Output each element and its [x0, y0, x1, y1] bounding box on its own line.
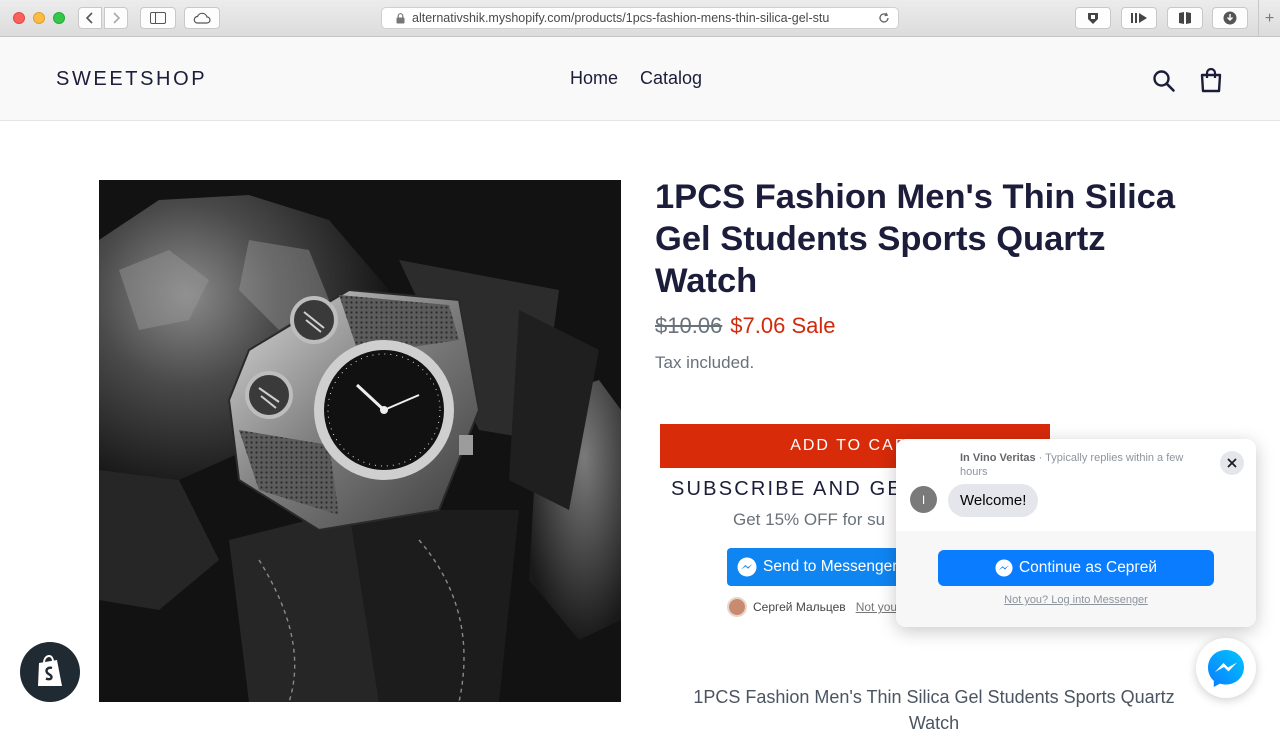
user-name: Сергей Мальцев — [753, 600, 846, 614]
chevron-right-icon — [113, 12, 121, 24]
extension-button-shield[interactable] — [1075, 7, 1111, 29]
chevron-left-icon — [85, 12, 93, 24]
extension-button-player[interactable] — [1121, 7, 1157, 29]
nav-home-link[interactable]: Home — [570, 68, 618, 89]
sale-price: $7.06 Sale — [730, 313, 836, 338]
shield-icon — [1088, 13, 1098, 24]
new-tab-button[interactable]: + — [1258, 0, 1280, 37]
address-bar[interactable]: alternativshik.myshopify.com/products/1p… — [381, 7, 899, 29]
cart-icon[interactable] — [1199, 67, 1223, 93]
sidebar-toggle-button[interactable] — [140, 7, 176, 29]
messenger-icon — [737, 557, 757, 577]
icloud-tabs-button[interactable] — [184, 7, 220, 29]
search-icon[interactable] — [1152, 69, 1176, 93]
chat-message-area: In Vino Veritas · Typically replies with… — [896, 439, 1256, 531]
watch-photo — [99, 180, 621, 702]
user-avatar — [727, 597, 747, 617]
chat-close-button[interactable] — [1220, 451, 1244, 475]
continue-as-button[interactable]: Continue as Сергей — [938, 550, 1214, 586]
tax-note: Tax included. — [655, 353, 755, 372]
product-title: 1PCS Fashion Men's Thin Silica Gel Stude… — [655, 178, 1176, 300]
lock-icon — [396, 13, 405, 24]
continue-as-label: Continue as Сергей — [1018, 559, 1158, 576]
url-text: alternativshik.myshopify.com/products/1p… — [412, 11, 830, 25]
close-window-button[interactable] — [13, 12, 25, 24]
shopify-bag-icon — [38, 655, 62, 686]
download-icon — [1223, 11, 1237, 25]
product-description: 1PCS Fashion Men's Thin Silica Gel Stude… — [693, 687, 1175, 733]
product-image[interactable] — [99, 180, 621, 702]
zoom-window-button[interactable] — [53, 12, 65, 24]
chat-page-info: In Vino Veritas · Typically replies with… — [960, 451, 1210, 479]
close-icon — [1227, 458, 1237, 468]
minimize-window-button[interactable] — [33, 12, 45, 24]
downloads-button[interactable] — [1212, 7, 1248, 29]
original-price: $10.06 — [655, 313, 723, 338]
site-logo[interactable]: SWEETSHOP — [56, 68, 207, 91]
nav-catalog-link[interactable]: Catalog — [640, 68, 702, 89]
price-row: $10.06 $7.06 Sale — [655, 313, 836, 339]
site-header: SWEETSHOP Home Catalog — [0, 37, 1280, 121]
messenger-user-row: Сергей Мальцев Not you — [727, 597, 897, 617]
messenger-chat-button[interactable] — [1196, 638, 1256, 698]
chat-message-bubble: Welcome! — [948, 484, 1039, 517]
play-forward-icon — [1131, 13, 1147, 23]
reload-icon[interactable] — [878, 12, 890, 24]
send-to-messenger-label: Send to Messenger — [763, 558, 898, 575]
cloud-icon — [193, 12, 211, 24]
book-icon — [1179, 12, 1191, 24]
back-button[interactable] — [78, 7, 102, 29]
messenger-chat-popup: In Vino Veritas · Typically replies with… — [896, 439, 1256, 627]
log-into-messenger-link[interactable]: Not you? Log into Messenger — [896, 594, 1256, 606]
chat-page-avatar: I — [910, 486, 937, 513]
messenger-icon — [1208, 650, 1244, 687]
forward-button[interactable] — [104, 7, 128, 29]
main-nav: Home Catalog — [570, 68, 724, 89]
subscribe-subtext: Get 15% OFF for su — [733, 510, 886, 529]
chat-page-name: In Vino Veritas — [960, 452, 1036, 464]
sidebar-icon — [150, 12, 166, 24]
messenger-icon — [995, 559, 1013, 577]
subscribe-heading: SUBSCRIBE AND GE — [671, 478, 903, 500]
not-you-link[interactable]: Not you — [856, 600, 897, 614]
shopify-badge[interactable] — [20, 642, 80, 702]
extension-button-reader[interactable] — [1167, 7, 1203, 29]
browser-toolbar: alternativshik.myshopify.com/products/1p… — [0, 0, 1280, 37]
